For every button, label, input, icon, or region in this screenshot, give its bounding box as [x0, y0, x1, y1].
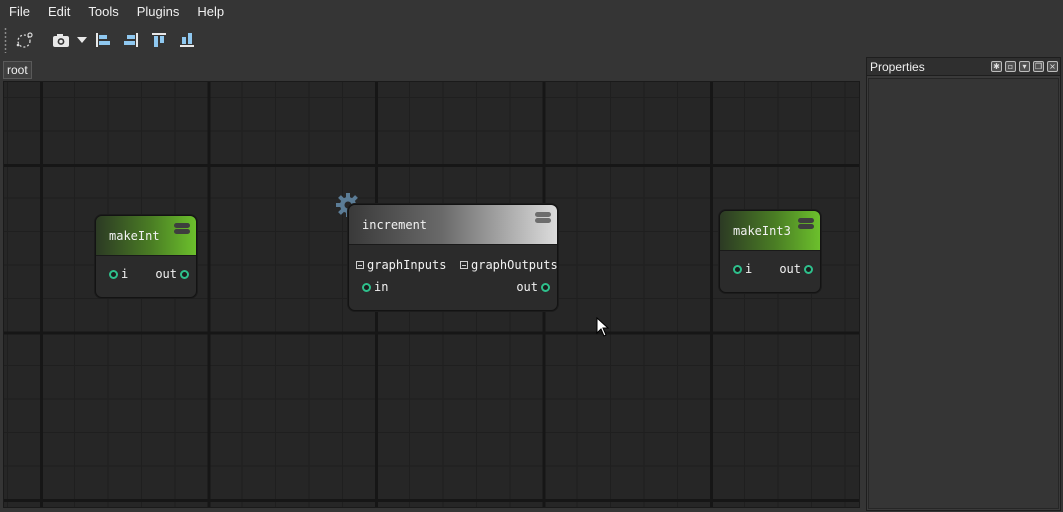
toolbar — [0, 24, 1063, 56]
menu-tools[interactable]: Tools — [79, 0, 127, 24]
node-title: makeInt — [109, 229, 160, 243]
menu-plugins[interactable]: Plugins — [128, 0, 189, 24]
align-left-button[interactable] — [89, 26, 117, 54]
group-label: graphInputs — [367, 258, 447, 272]
input-port-row: in — [362, 279, 391, 295]
close-icon[interactable]: × — [1047, 61, 1058, 72]
menu-help[interactable]: Help — [188, 0, 233, 24]
panel-buttons: ✱ ▫ ▾ ❐ × — [991, 61, 1058, 72]
output-port-row: out — [776, 261, 813, 277]
node-header[interactable]: increment — [349, 205, 557, 245]
graph-inputs-group[interactable]: graphInputs — [356, 257, 446, 273]
port-label: i — [121, 267, 129, 281]
align-left-icon — [96, 33, 110, 47]
align-bottom-icon — [180, 33, 194, 47]
output-port-icon[interactable] — [804, 264, 813, 274]
properties-content — [868, 78, 1059, 509]
node-menu-icon[interactable] — [174, 223, 190, 234]
align-bottom-button[interactable] — [173, 26, 201, 54]
dropdown-arrow-icon — [77, 37, 87, 43]
port-label: out — [779, 262, 801, 276]
port-label: i — [745, 262, 753, 276]
layout-button[interactable] — [11, 26, 39, 54]
align-top-button[interactable] — [145, 26, 173, 54]
breadcrumb-root[interactable]: root — [3, 61, 32, 79]
properties-title: Properties — [870, 60, 925, 74]
group-label: graphOutputs — [471, 258, 558, 272]
input-port-icon[interactable] — [109, 269, 118, 279]
collapse-icon[interactable] — [460, 261, 468, 269]
align-right-icon — [124, 33, 138, 47]
node-header[interactable]: makeInt3 — [720, 211, 820, 251]
screenshot-dropdown[interactable] — [75, 26, 89, 54]
collapse-icon[interactable] — [356, 261, 364, 269]
menu-edit[interactable]: Edit — [39, 0, 79, 24]
properties-title-bar[interactable]: Properties ✱ ▫ ▾ ❐ × — [867, 58, 1060, 76]
input-port-row: i — [109, 266, 131, 282]
camera-icon — [53, 34, 69, 47]
output-port-row: out — [152, 266, 189, 282]
restore-icon[interactable]: ❐ — [1033, 61, 1044, 72]
input-port-icon[interactable] — [733, 264, 742, 274]
menu-bar: File Edit Tools Plugins Help — [0, 0, 1063, 24]
port-label: out — [155, 267, 177, 281]
output-port-icon[interactable] — [180, 269, 189, 279]
node-makeint3[interactable]: makeInt3 i out — [719, 210, 821, 293]
node-menu-icon[interactable] — [798, 218, 814, 229]
properties-panel: Properties ✱ ▫ ▾ ❐ × — [866, 57, 1061, 511]
float-icon[interactable]: ▫ — [1005, 61, 1016, 72]
align-top-icon — [152, 33, 166, 47]
output-port-row: out — [513, 279, 550, 295]
input-port-row: i — [733, 261, 755, 277]
align-right-button[interactable] — [117, 26, 145, 54]
graph-outputs-group[interactable]: graphOutputs — [460, 257, 558, 273]
node-makeint[interactable]: makeInt i out — [95, 215, 197, 298]
node-increment[interactable]: increment graphInputs graphOutputs in ou… — [348, 204, 558, 311]
graph-canvas[interactable]: makeInt i out increment graphInputs grap… — [3, 81, 860, 508]
menu-file[interactable]: File — [0, 0, 39, 24]
node-header[interactable]: makeInt — [96, 216, 196, 256]
node-title: makeInt3 — [733, 224, 791, 238]
node-menu-icon[interactable] — [535, 212, 551, 223]
input-port-icon[interactable] — [362, 282, 371, 292]
screenshot-button[interactable] — [47, 26, 75, 54]
layout-icon — [16, 32, 33, 48]
node-title: increment — [362, 218, 428, 232]
settings-icon[interactable]: ✱ — [991, 61, 1002, 72]
port-label: in — [374, 280, 389, 294]
toolbar-grip[interactable] — [4, 27, 7, 53]
mouse-cursor-icon — [596, 317, 610, 337]
output-port-icon[interactable] — [541, 282, 550, 292]
port-label: out — [516, 280, 538, 294]
minimize-icon[interactable]: ▾ — [1019, 61, 1030, 72]
